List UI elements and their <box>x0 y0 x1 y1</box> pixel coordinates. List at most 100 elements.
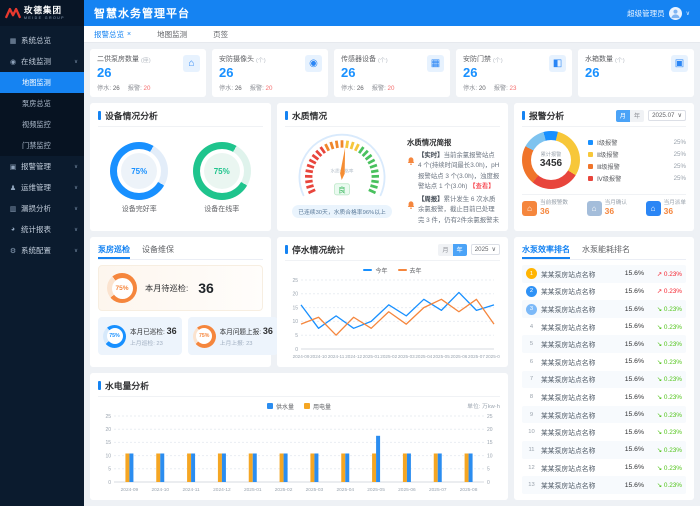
home-icon: ⌂ <box>586 200 602 216</box>
ranking-row[interactable]: 5 某某泵房站点名称 15.6% ↘ 0.23% <box>522 335 686 354</box>
chevron-down-icon: ∨ <box>73 163 78 170</box>
view-link[interactable]: 【查看】 <box>469 183 495 190</box>
sidebar-item-alarm-management[interactable]: ▣ 报警管理 ∨ <box>0 156 84 177</box>
period-select[interactable]: 2025.07 ∨ <box>648 110 686 121</box>
sidebar-item-statistics-report[interactable]: ◕ 统计报表 ∨ <box>0 219 84 240</box>
sensor-icon: ▦ <box>427 55 444 72</box>
logo-text: 玫德集团 MEIDE GROUP <box>24 5 65 19</box>
panel-header: 报警分析 月年 2025.07 ∨ <box>522 109 686 127</box>
stat-card-sensors[interactable]: 传感器设备 (个) ▦ 26 停水: 26 报警: 20 <box>334 49 450 97</box>
svg-text:2025-05: 2025-05 <box>433 354 450 359</box>
panel-header: 停水情况统计 月年 2025 ∨ <box>285 243 500 261</box>
progress-ring-label: 75% <box>196 328 213 344</box>
svg-text:5: 5 <box>108 467 111 473</box>
inspection-sub-text: 本月已巡检: 36 上月巡检: 23 <box>130 326 177 347</box>
stat-cards-row: 二供泵房数量 (座) ⌂ 26 停水: 26 报警: 20 安防摄像头 (个) ◉ 26 停水: 2… <box>90 49 694 97</box>
tab-alarm-overview[interactable]: 报警总览 × <box>94 29 131 40</box>
sidebar-item-access-control[interactable]: 门禁监控 <box>0 135 84 156</box>
toggle-月[interactable]: 月 <box>615 109 630 122</box>
tab-水泵能耗排名[interactable]: 水泵能耗排名 <box>582 244 630 255</box>
month-year-toggle: 月年 <box>615 109 645 122</box>
stat-sub: 报警: 23 <box>494 83 517 92</box>
sidebar-item-system-config[interactable]: ⚙ 系统配置 ∨ <box>0 240 84 261</box>
stat-sub-value: 20 <box>387 84 395 92</box>
ranking-row[interactable]: 3 某某泵房站点名称 15.6% ↘ 0.23% <box>522 300 686 318</box>
user-menu[interactable]: 超级管理员 ∨ <box>627 6 690 20</box>
svg-text:2024-10: 2024-10 <box>310 354 327 359</box>
ranking-row[interactable]: 8 某某泵房站点名称 15.6% ↘ 0.23% <box>522 388 686 406</box>
title-accent-bar <box>98 381 101 390</box>
ranking-row[interactable]: 13 某某泵房站点名称 15.6% ↘ 0.23% <box>522 476 686 494</box>
sidebar-item-system-overview[interactable]: ▦ 系统总览 <box>0 30 84 51</box>
sidebar-item-label: 统计报表 <box>21 225 51 234</box>
stat-sub-value: 26 <box>234 84 242 92</box>
sidebar-item-pump-room-overview[interactable]: 泵房总览 <box>0 93 84 114</box>
trend-down-icon: ↘ 0.23% <box>656 341 682 349</box>
sidebar-item-online-monitoring[interactable]: ◉ 在线监测 ∨ <box>0 51 84 72</box>
ranking-tabs: 水泵效率排名 水泵能耗排名 <box>522 243 686 260</box>
ranking-row[interactable]: 4 某某泵房站点名称 15.6% ↘ 0.23% <box>522 318 686 336</box>
toggle-年[interactable]: 年 <box>629 109 645 122</box>
stat-sub-label: 报警: <box>249 84 266 92</box>
legend-item[interactable]: 今年 <box>363 266 388 275</box>
svg-text:2025-08: 2025-08 <box>460 487 478 493</box>
trend-down-icon: ↘ 0.23% <box>656 323 682 331</box>
ranking-row[interactable]: 9 某某泵房站点名称 15.6% ↘ 0.23% <box>522 405 686 424</box>
svg-text:2025-08: 2025-08 <box>486 354 500 359</box>
tab-map-monitoring[interactable]: 地图监测 <box>157 29 187 40</box>
toggle-年[interactable]: 年 <box>452 243 467 256</box>
energy-legend: 单位: 万kw·h 供水量 用电量 <box>98 401 500 411</box>
efficiency-value: 15.6% <box>624 323 644 331</box>
donut-core: 75% <box>203 153 240 189</box>
station-name: 某某泵房站点名称 <box>541 342 596 350</box>
stat-sub: 报警: 20 <box>250 83 273 92</box>
rank-number: 5 <box>529 341 534 348</box>
tab-page-tab[interactable]: 页签 <box>213 29 228 40</box>
brief-text: 【周报】累计发生 6 次水质余氯报警，截止目前已处理完 3 件，仍有2件余氯报警… <box>418 195 500 225</box>
alarm-stat-value: 36 <box>663 205 674 216</box>
stat-sub-value: 20 <box>265 84 273 92</box>
stat-card-water-tanks[interactable]: 水箱数量 (个) ▣ 26 <box>578 49 694 97</box>
ranking-row[interactable]: 12 某某泵房站点名称 15.6% ↘ 0.23% <box>522 459 686 477</box>
svg-text:2025-01: 2025-01 <box>363 354 380 359</box>
legend-label: 用电量 <box>313 404 332 411</box>
legend-item[interactable]: 供水量 <box>266 402 294 411</box>
station-name: 某某泵房站点名称 <box>541 430 596 438</box>
stat-card-cameras[interactable]: 安防摄像头 (个) ◉ 26 停水: 26 报警: 20 <box>212 49 328 97</box>
svg-text:2024-10: 2024-10 <box>151 487 169 493</box>
svg-text:25: 25 <box>292 278 298 284</box>
tab-泵房巡检[interactable]: 泵房巡检 <box>98 244 130 259</box>
svg-text:2025-07: 2025-07 <box>468 354 485 359</box>
stat-sub-label: 报警: <box>127 84 144 92</box>
ranking-row[interactable]: 6 某某泵房站点名称 15.6% ↘ 0.23% <box>522 353 686 371</box>
sidebar-item-video-surveillance[interactable]: 视频监控 <box>0 114 84 135</box>
legend-item[interactable]: 用电量 <box>304 402 331 411</box>
stat-card-access-doors[interactable]: 安防门禁 (个) ◧ 26 停水: 20 报警: 23 <box>456 49 572 97</box>
pending-inspection-label: 本月待巡检: <box>145 284 189 293</box>
close-icon[interactable]: × <box>127 31 131 38</box>
ranking-row[interactable]: 11 某某泵房站点名称 15.6% ↘ 0.23% <box>522 441 686 459</box>
ranking-row[interactable]: 2 某某泵房站点名称 15.6% ↗ 0.23% <box>522 283 686 301</box>
stat-card-pump-rooms[interactable]: 二供泵房数量 (座) ⌂ 26 停水: 26 报警: 20 <box>90 49 206 97</box>
legend-label: 去年 <box>409 268 422 275</box>
app-window: 玫德集团 MEIDE GROUP ▦ 系统总览 ◉ 在线监测 ∨ 地图监测 泵房总览 视频监控… <box>0 0 700 506</box>
ranking-row[interactable]: 1 某某泵房站点名称 15.6% ↗ 0.23% <box>522 265 686 283</box>
sidebar-item-map-monitoring[interactable]: 地图监测 <box>0 72 84 93</box>
toggle-月[interactable]: 月 <box>438 243 453 256</box>
tab-设备维保[interactable]: 设备维保 <box>142 244 174 255</box>
sidebar-item-label: 在线监测 <box>21 57 51 66</box>
sidebar-item-label: 运维管理 <box>21 183 51 192</box>
year-select[interactable]: 2025 ∨ <box>470 244 500 255</box>
efficiency-value: 15.6% <box>624 481 644 489</box>
station-name: 某某泵房站点名称 <box>541 377 596 385</box>
chevron-down-icon: ∨ <box>73 58 78 65</box>
tab-水泵效率排名[interactable]: 水泵效率排名 <box>522 244 570 259</box>
ranking-row[interactable]: 7 某某泵房站点名称 15.6% ↘ 0.23% <box>522 370 686 389</box>
sidebar-item-leakage-analysis[interactable]: ▥ 漏损分析 ∨ <box>0 198 84 219</box>
ranking-row[interactable]: 10 某某泵房站点名称 15.6% ↘ 0.23% <box>522 423 686 441</box>
top-header: 智慧水务管理平台 超级管理员 ∨ <box>84 0 700 26</box>
sidebar-item-ops-management[interactable]: ♟ 运维管理 ∨ <box>0 177 84 198</box>
legend-item[interactable]: 去年 <box>397 266 422 275</box>
brief-item: 【实时】当前余氯报警站点 4 个(持续时间最长3.0h)，pH 报警站点 3 个… <box>407 151 500 192</box>
title-accent-bar <box>285 245 288 254</box>
